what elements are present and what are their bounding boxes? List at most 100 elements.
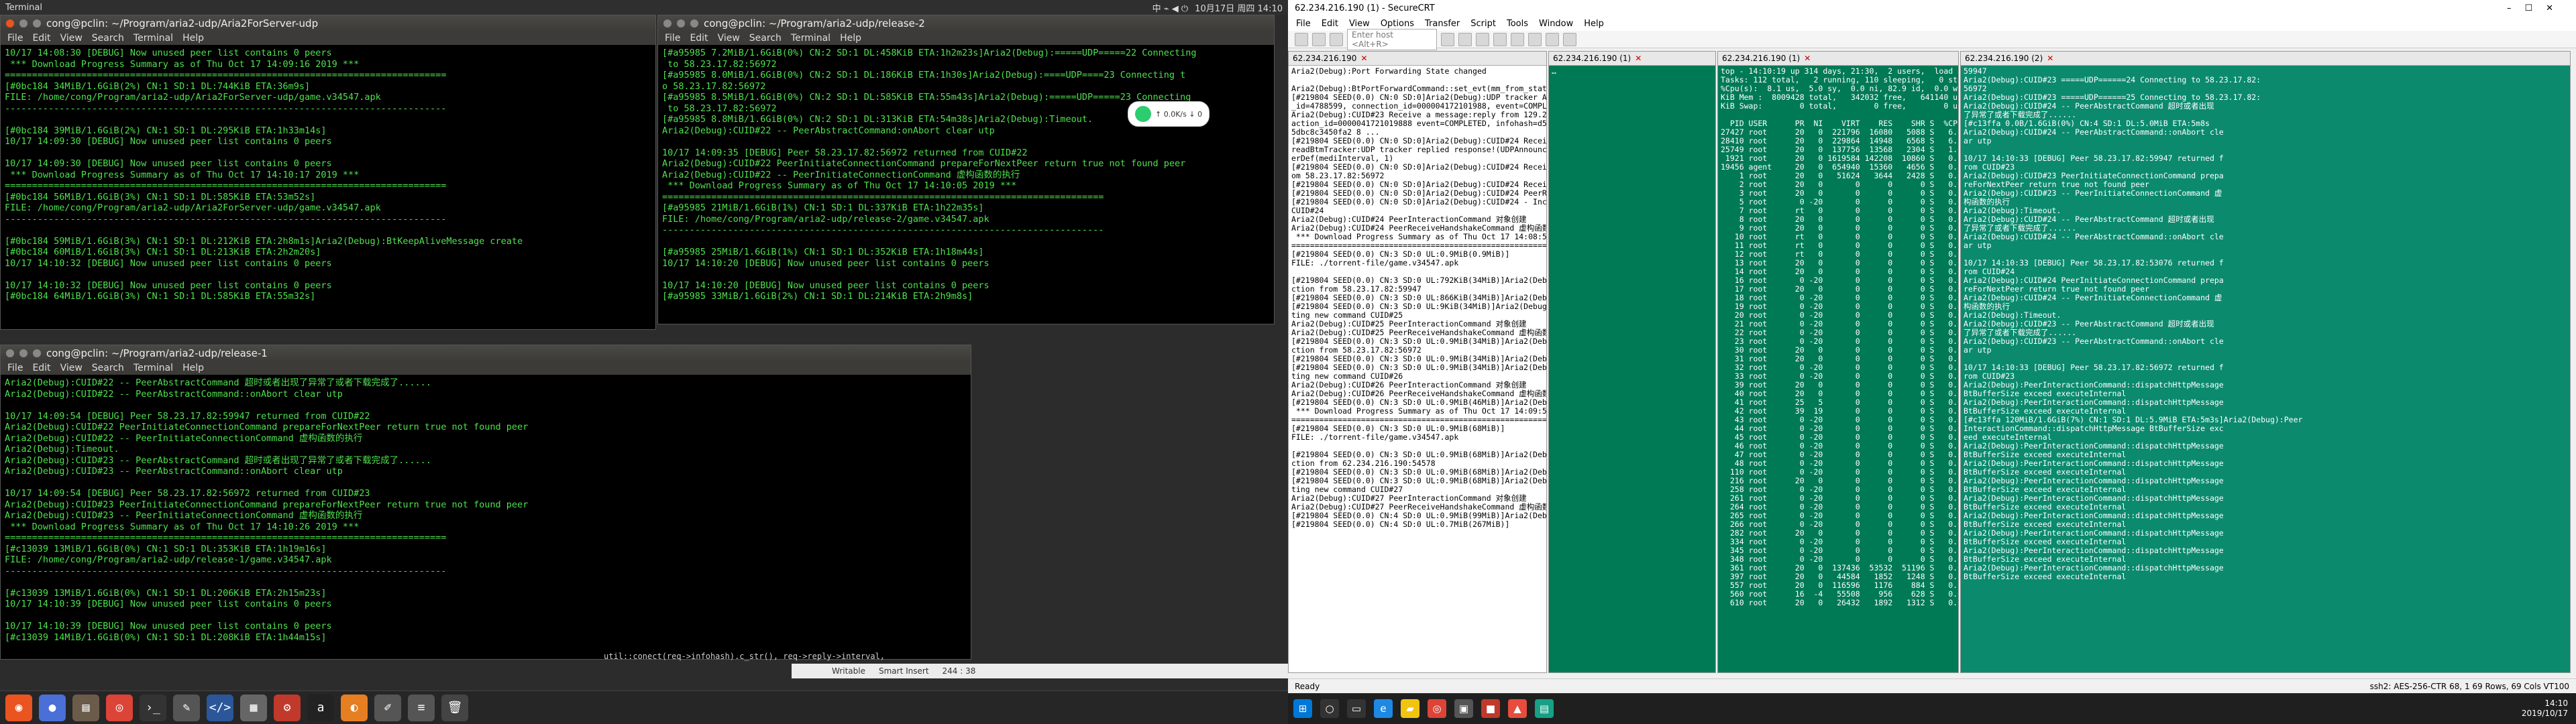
maximize-icon[interactable]	[690, 19, 698, 27]
session-pane-1[interactable]: 62.234.216.190 ✕ Aria2(Debug):Port Forwa…	[1288, 51, 1547, 673]
keymap-icon[interactable]	[1546, 32, 1559, 46]
taskbar-clock[interactable]: 14:10 2019/10/17	[2522, 699, 2568, 719]
menu-terminal[interactable]: Terminal	[791, 33, 830, 44]
menu-help[interactable]: Help	[182, 363, 204, 373]
minimize-icon[interactable]	[19, 349, 28, 357]
menu-tools[interactable]: Tools	[1507, 19, 1528, 29]
menu-file[interactable]: File	[7, 363, 23, 373]
settings-icon[interactable]	[1511, 32, 1524, 46]
menu-view[interactable]: View	[60, 33, 83, 44]
close-icon[interactable]	[6, 349, 14, 357]
menu-terminal[interactable]: Terminal	[133, 33, 173, 44]
app-icon[interactable]: ▲	[1508, 699, 1527, 718]
minimize-icon[interactable]	[19, 19, 28, 27]
editor-icon[interactable]: ✎	[173, 694, 200, 721]
terminal-window-release-2[interactable]: cong@pclin: ~/Program/aria2-udp/release-…	[657, 15, 1275, 324]
terminal-output[interactable]: Aria2(Debug):Port Forwarding State chang…	[1289, 66, 1546, 530]
calculator-icon[interactable]: ▦	[240, 694, 267, 721]
menu-edit[interactable]: Edit	[690, 33, 708, 44]
menu-help[interactable]: Help	[840, 33, 861, 44]
menu-transfer[interactable]: Transfer	[1425, 19, 1460, 29]
menu-edit[interactable]: Edit	[32, 363, 50, 373]
menu-search[interactable]: Search	[92, 33, 124, 44]
window-titlebar[interactable]: cong@pclin: ~/Program/aria2-udp/release-…	[1, 345, 971, 361]
chrome-icon[interactable]: ◎	[1428, 699, 1446, 718]
text-icon[interactable]: ≡	[408, 694, 435, 721]
menu-help[interactable]: Help	[182, 33, 204, 44]
session-tab-1[interactable]: 62.234.216.190 ✕	[1289, 52, 1546, 66]
find-icon[interactable]	[1476, 32, 1489, 46]
close-icon[interactable]	[6, 19, 14, 27]
pen-icon[interactable]: ✐	[374, 694, 401, 721]
close-icon[interactable]	[663, 19, 672, 27]
settings-icon[interactable]: ⚙	[274, 694, 301, 721]
task-view-icon[interactable]: ▭	[1347, 699, 1366, 718]
top-output[interactable]: top - 14:10:19 up 314 days, 21:30, 2 use…	[1718, 66, 1958, 609]
explorer-icon[interactable]: ▰	[1401, 699, 1419, 718]
menu-options[interactable]: Options	[1381, 19, 1414, 29]
ubuntu-icon[interactable]: ◉	[5, 694, 32, 721]
network-speed-widget[interactable]: ↑ 0.0K/s ↓ 0	[1128, 101, 1210, 127]
session-tab-top[interactable]: 62.234.216.190 (1) ✕	[1718, 52, 1958, 66]
menu-file[interactable]: File	[665, 33, 680, 44]
session-tab-3[interactable]: 62.234.216.190 (2) ✕	[1961, 52, 2570, 66]
terminal-window-server[interactable]: cong@pclin: ~/Program/aria2-udp/Aria2For…	[0, 15, 656, 330]
amazon-icon[interactable]: a	[307, 694, 334, 721]
connect-icon[interactable]	[1295, 32, 1308, 46]
menu-script[interactable]: Script	[1470, 19, 1496, 29]
indicator-icons[interactable]: 中 ⌁ ◀ ⏻	[1152, 1, 1189, 14]
menu-file[interactable]: File	[7, 33, 23, 44]
window-titlebar[interactable]: cong@pclin: ~/Program/aria2-udp/release-…	[658, 15, 1274, 32]
minimize-icon[interactable]	[677, 19, 685, 27]
close-tab-icon[interactable]: ✕	[2047, 54, 2053, 63]
terminal-output[interactable]: …	[1549, 66, 1715, 77]
print-icon[interactable]	[1493, 32, 1507, 46]
maximize-icon[interactable]	[33, 19, 41, 27]
window-titlebar[interactable]: 62.234.216.190 (1) - SecureCRT –☐✕	[1288, 0, 2576, 16]
menu-search[interactable]: Search	[749, 33, 782, 44]
app-icon[interactable]: ▣	[1454, 699, 1473, 718]
vscode-icon[interactable]: </>	[207, 694, 233, 721]
host-input[interactable]: Enter host <Alt+R>	[1347, 28, 1437, 50]
terminal-output[interactable]: [#a95985 7.2MiB/1.6GiB(0%) CN:2 SD:1 DL:…	[658, 45, 1274, 305]
menu-search[interactable]: Search	[92, 363, 124, 373]
session-pane-2[interactable]: 62.234.216.190 (1) ✕ …	[1548, 51, 1716, 673]
ff-icon[interactable]: ◐	[341, 694, 368, 721]
files-icon[interactable]: ▤	[72, 694, 99, 721]
menu-view[interactable]: View	[60, 363, 83, 373]
reconnect-icon[interactable]	[1330, 32, 1343, 46]
sftp-icon[interactable]	[1528, 32, 1542, 46]
firefox-icon[interactable]: ●	[39, 694, 66, 721]
menu-help[interactable]: Help	[1584, 19, 1604, 29]
menu-view[interactable]: View	[1349, 19, 1370, 29]
menu-view[interactable]: View	[718, 33, 740, 44]
window-titlebar[interactable]: cong@pclin: ~/Program/aria2-udp/Aria2For…	[1, 15, 655, 32]
help-icon[interactable]	[1563, 32, 1576, 46]
search-icon[interactable]: ○	[1320, 699, 1339, 718]
terminal-output[interactable]: 10/17 14:08:30 [DEBUG] Now unused peer l…	[1, 45, 655, 305]
panel-clock[interactable]: 10月17日 周四 14:10	[1195, 1, 1283, 14]
app-icon[interactable]: ■	[1481, 699, 1500, 718]
session-pane-3[interactable]: 62.234.216.190 (2) ✕ 59947 Aria2(Debug):…	[1960, 51, 2571, 673]
menu-edit[interactable]: Edit	[1322, 19, 1338, 29]
quick-connect-icon[interactable]	[1312, 32, 1326, 46]
maximize-icon[interactable]	[33, 349, 41, 357]
terminal-output[interactable]: 59947 Aria2(Debug):CUID#23 =====UDP=====…	[1961, 66, 2570, 583]
edge-icon[interactable]: e	[1374, 699, 1393, 718]
close-tab-icon[interactable]: ✕	[1360, 54, 1367, 63]
editor-code-line[interactable]: util::conect(req->infohash).c_str(), req…	[604, 652, 885, 661]
chrome-icon[interactable]: ◎	[106, 694, 133, 721]
menu-terminal[interactable]: Terminal	[133, 363, 173, 373]
session-pane-top[interactable]: 62.234.216.190 (1) ✕ top - 14:10:19 up 3…	[1717, 51, 1959, 673]
terminal-icon[interactable]: ›_	[140, 694, 166, 721]
start-icon[interactable]: ⊞	[1293, 699, 1312, 718]
copy-icon[interactable]	[1441, 32, 1454, 46]
paste-icon[interactable]	[1458, 32, 1472, 46]
terminal-window-release-1[interactable]: cong@pclin: ~/Program/aria2-udp/release-…	[0, 345, 971, 660]
close-tab-icon[interactable]: ✕	[1804, 54, 1811, 63]
close-tab-icon[interactable]: ✕	[1635, 54, 1642, 63]
menu-edit[interactable]: Edit	[32, 33, 50, 44]
trash-icon[interactable]: 🗑	[441, 694, 468, 721]
securecrt-icon[interactable]: ▤	[1535, 699, 1554, 718]
session-tab-2[interactable]: 62.234.216.190 (1) ✕	[1549, 52, 1715, 66]
